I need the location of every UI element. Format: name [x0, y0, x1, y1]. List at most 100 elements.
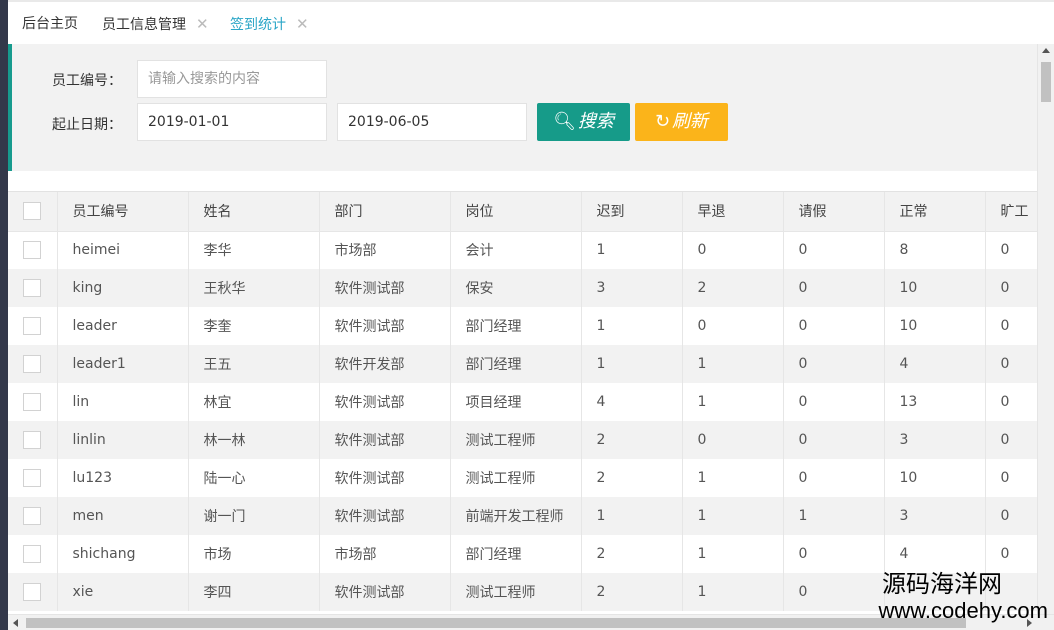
table-cell: 4 — [884, 345, 986, 383]
table-row[interactable]: linlin 林一林 软件测试部 测试工程师 2 0 0 3 0 — [8, 421, 1037, 459]
tab-home[interactable]: 后台主页 — [22, 2, 78, 46]
table-cell: 0 — [985, 497, 1037, 535]
column-header[interactable]: 早退 — [682, 192, 784, 232]
row-checkbox[interactable] — [23, 431, 41, 449]
table-cell: 3 — [884, 497, 986, 535]
table-cell: lin — [57, 383, 189, 421]
table-row[interactable]: leader 李奎 软件测试部 部门经理 1 0 0 10 0 — [8, 307, 1037, 345]
end-date-input[interactable]: 2019-06-05 — [337, 103, 527, 141]
table-row[interactable]: heimei 李华 市场部 会计 1 0 0 8 0 — [8, 231, 1037, 269]
row-select-cell — [8, 383, 58, 421]
table-cell: leader — [57, 307, 189, 345]
table-cell: 2 — [581, 421, 683, 459]
table-cell: 软件测试部 — [319, 383, 451, 421]
row-checkbox[interactable] — [23, 355, 41, 373]
table-row[interactable]: king 王秋华 软件测试部 保安 3 2 0 10 0 — [8, 269, 1037, 307]
table-cell: lu123 — [57, 459, 189, 497]
table-cell: 0 — [783, 307, 885, 345]
close-icon[interactable]: ✕ — [296, 15, 309, 33]
table-cell: 1 — [682, 383, 784, 421]
search-button[interactable]: 🔍︎ 搜索 — [537, 103, 630, 141]
table-cell: 1 — [581, 345, 683, 383]
table-cell: 软件测试部 — [319, 307, 451, 345]
table-cell: men — [57, 497, 189, 535]
table-cell: 前端开发工程师 — [450, 497, 582, 535]
table-row[interactable]: men 谢一门 软件测试部 前端开发工程师 1 1 1 3 0 — [8, 497, 1037, 535]
table-cell: 3 — [884, 421, 986, 459]
vertical-scroll-thumb[interactable] — [1041, 62, 1051, 102]
row-select-cell — [8, 269, 58, 307]
table-cell: 1 — [682, 459, 784, 497]
table-cell: 1 — [682, 535, 784, 573]
row-checkbox[interactable] — [23, 469, 41, 487]
table-cell: 10 — [884, 307, 986, 345]
scroll-up-icon[interactable] — [1042, 48, 1050, 53]
row-select-cell — [8, 307, 58, 345]
close-icon[interactable]: ✕ — [196, 15, 209, 33]
column-header[interactable]: 旷工 — [985, 192, 1037, 232]
table-cell: heimei — [57, 231, 189, 269]
column-header[interactable]: 迟到 — [581, 192, 683, 232]
row-checkbox[interactable] — [23, 317, 41, 335]
table-cell: 部门经理 — [450, 535, 582, 573]
column-header[interactable]: 岗位 — [450, 192, 582, 232]
row-checkbox[interactable] — [23, 545, 41, 563]
table-cell: 测试工程师 — [450, 573, 582, 611]
table-cell: 0 — [985, 383, 1037, 421]
table-row[interactable]: leader1 王五 软件开发部 部门经理 1 1 0 4 0 — [8, 345, 1037, 383]
tab-attendance-stats[interactable]: 签到统计 ✕ — [220, 2, 321, 46]
table-cell: 软件测试部 — [319, 421, 451, 459]
horizontal-scroll-thumb[interactable] — [26, 618, 966, 628]
table-cell: 测试工程师 — [450, 421, 582, 459]
column-header[interactable]: 姓名 — [188, 192, 320, 232]
refresh-button[interactable]: ↻ 刷新 — [635, 103, 728, 141]
row-checkbox[interactable] — [23, 279, 41, 297]
date-range-label: 起止日期： — [52, 117, 122, 133]
panel-accent-bar — [8, 44, 12, 171]
column-header[interactable]: 部门 — [319, 192, 451, 232]
table-cell: 3 — [581, 269, 683, 307]
scroll-left-icon[interactable] — [13, 619, 18, 627]
select-all-cell — [8, 192, 58, 232]
start-date-input[interactable]: 2019-01-01 — [137, 103, 327, 141]
table-cell: 0 — [783, 535, 885, 573]
table-cell: 0 — [985, 535, 1037, 573]
row-select-cell — [8, 573, 58, 611]
table-cell: 0 — [985, 307, 1037, 345]
table-row[interactable]: lin 林宜 软件测试部 项目经理 4 1 0 13 0 — [8, 383, 1037, 421]
table-cell: 1 — [682, 345, 784, 383]
table-cell: 0 — [783, 421, 885, 459]
column-header[interactable]: 请假 — [783, 192, 885, 232]
vertical-scrollbar[interactable] — [1037, 44, 1054, 614]
row-checkbox[interactable] — [23, 393, 41, 411]
table-cell: 软件测试部 — [319, 459, 451, 497]
table-cell: 市场部 — [319, 535, 451, 573]
table-cell: 2 — [581, 459, 683, 497]
table-cell: 部门经理 — [450, 345, 582, 383]
table-cell: 13 — [884, 383, 986, 421]
row-checkbox[interactable] — [23, 507, 41, 525]
table-cell: 保安 — [450, 269, 582, 307]
table-cell: linlin — [57, 421, 189, 459]
row-select-cell — [8, 345, 58, 383]
search-button-label: 搜索 — [577, 111, 614, 132]
table-cell: 1 — [682, 573, 784, 611]
table-cell: 1 — [783, 497, 885, 535]
table-cell: 李四 — [188, 573, 320, 611]
table-cell: 0 — [783, 231, 885, 269]
row-checkbox[interactable] — [23, 583, 41, 601]
table-cell: 0 — [783, 459, 885, 497]
column-header[interactable]: 员工编号 — [57, 192, 189, 232]
column-header[interactable]: 正常 — [884, 192, 986, 232]
table-cell: 10 — [884, 459, 986, 497]
tab-employee-info[interactable]: 员工信息管理 ✕ — [102, 2, 209, 46]
table-row[interactable]: shichang 市场 市场部 部门经理 2 1 0 4 0 — [8, 535, 1037, 573]
select-all-checkbox[interactable] — [23, 202, 41, 221]
table-row[interactable]: lu123 陆一心 软件测试部 测试工程师 2 1 0 10 0 — [8, 459, 1037, 497]
employee-id-input[interactable]: 请输入搜索的内容 — [137, 60, 327, 98]
table-cell: leader1 — [57, 345, 189, 383]
row-checkbox[interactable] — [23, 241, 41, 260]
table-cell: 0 — [985, 459, 1037, 497]
left-nav-strip — [0, 0, 8, 630]
table-cell: 1 — [682, 497, 784, 535]
